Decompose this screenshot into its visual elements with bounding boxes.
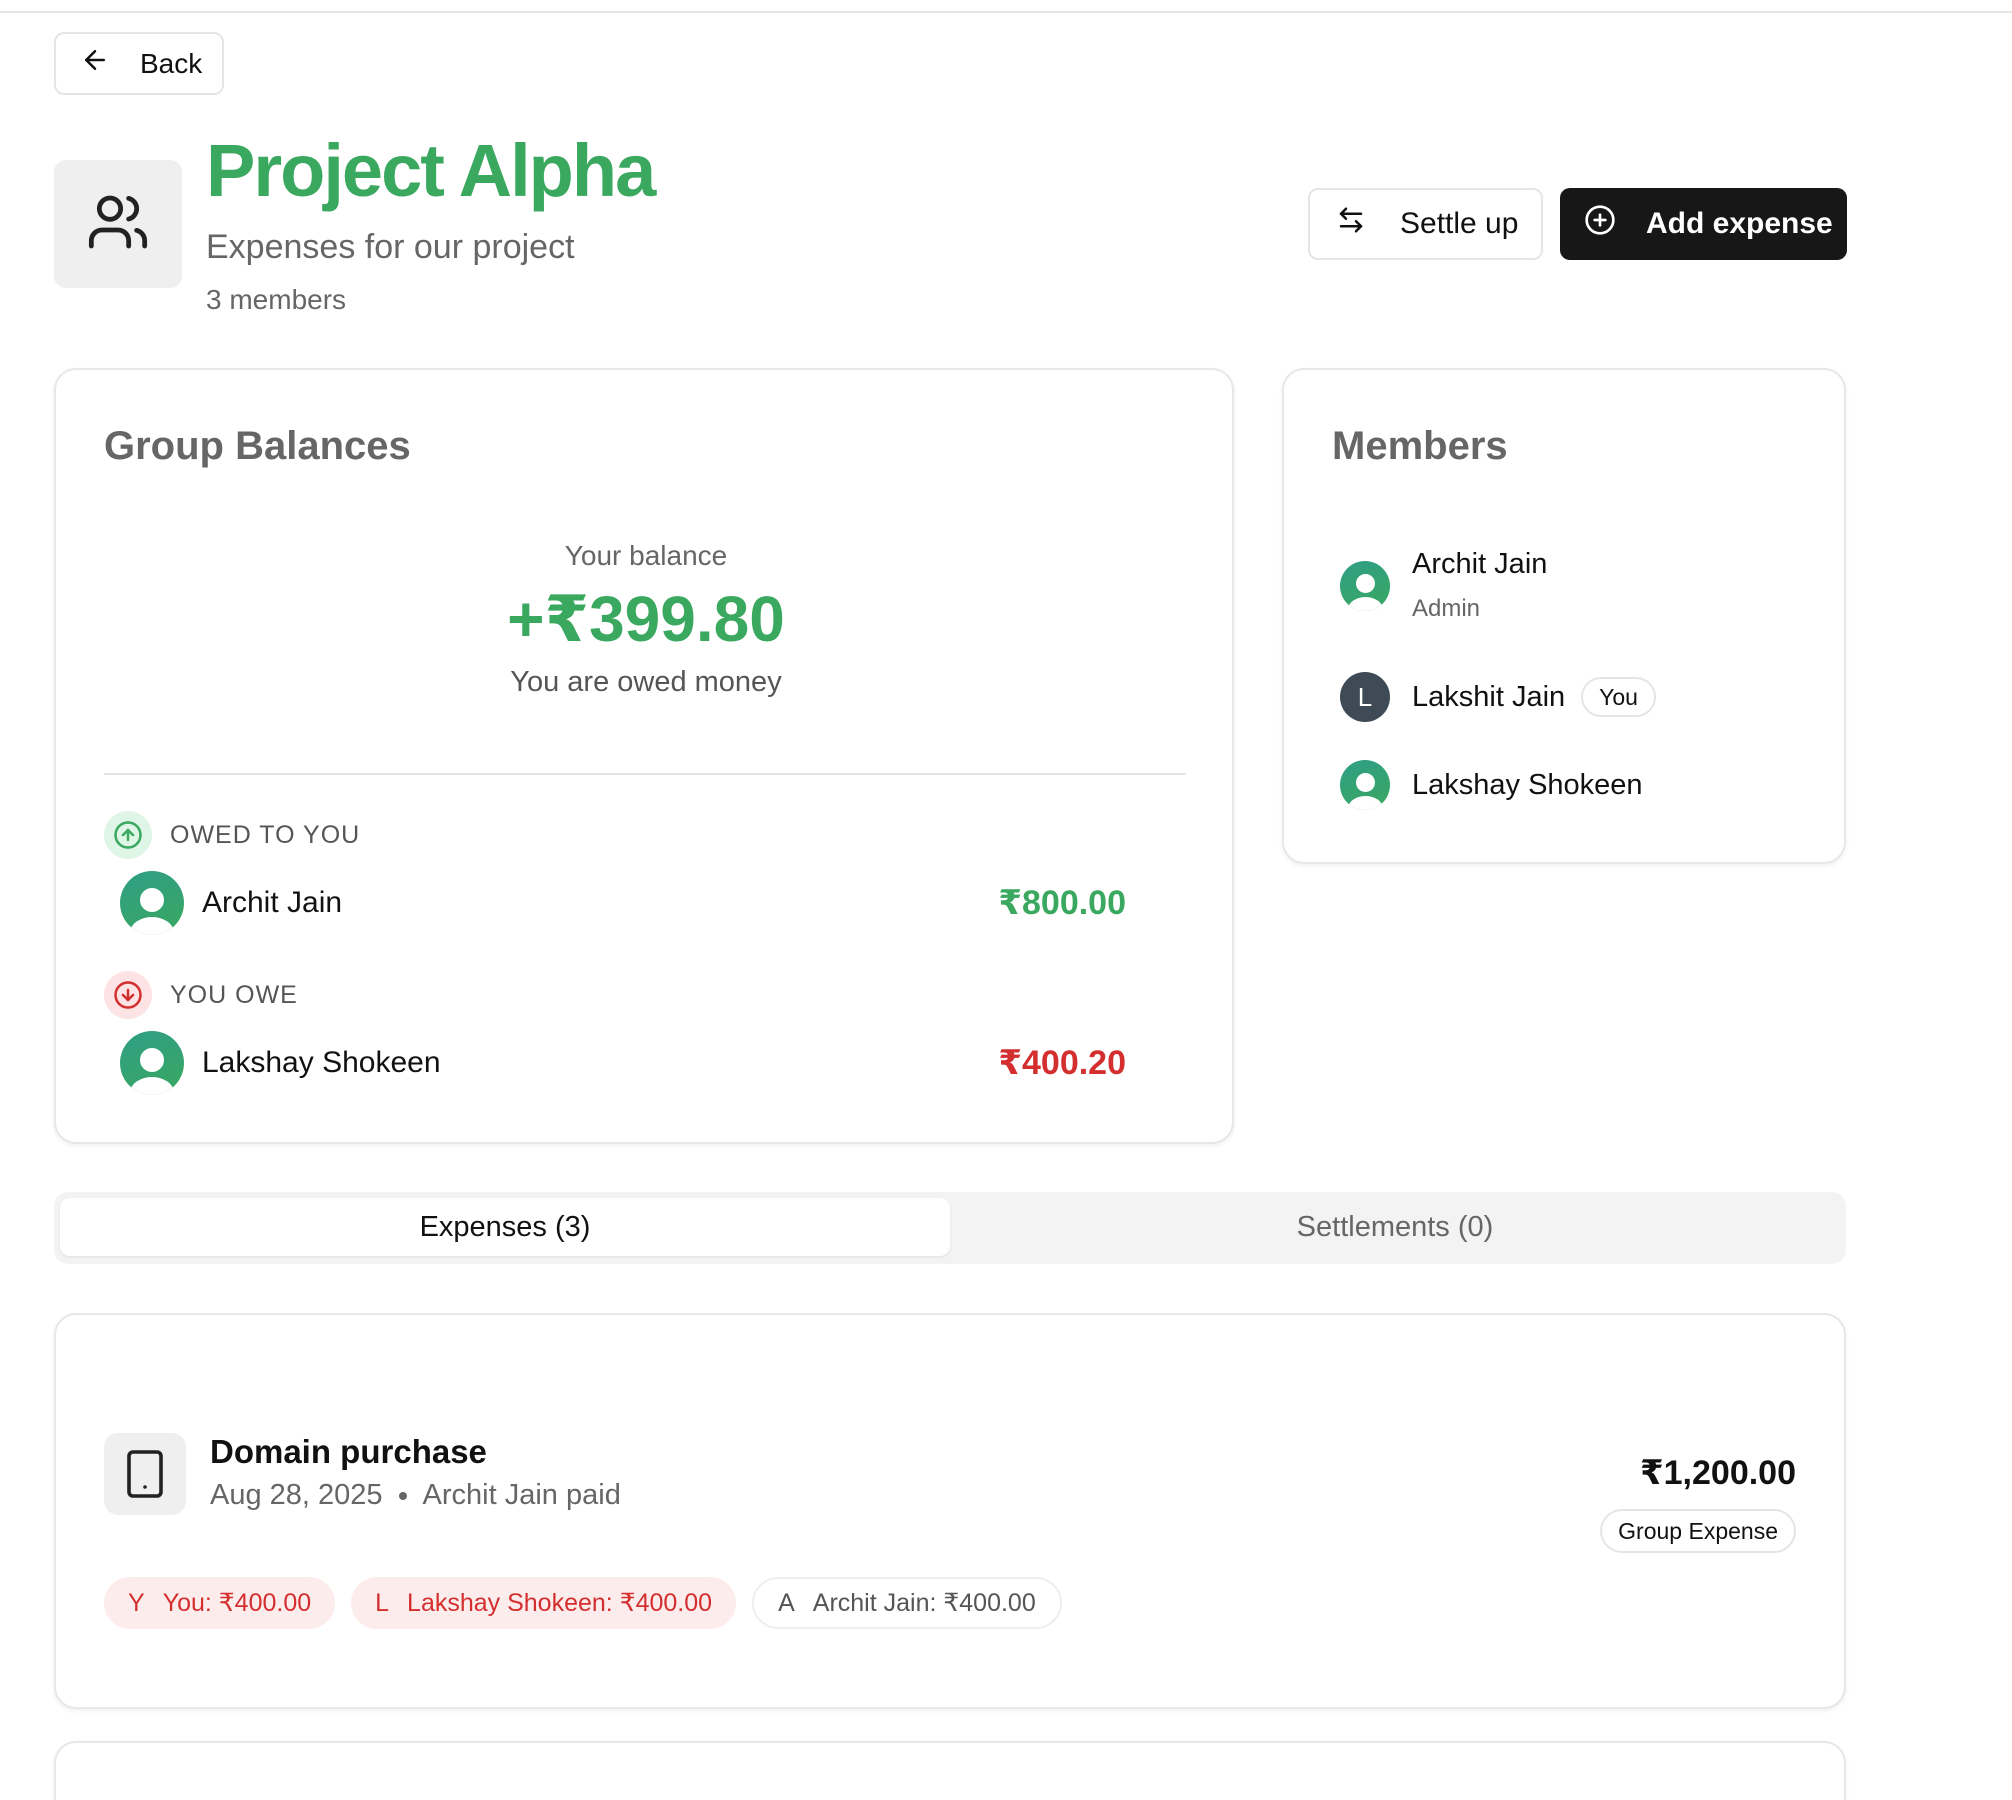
group-page: Back Project Alpha Expenses for our proj… [0,0,2012,1800]
balance-row: Archit Jain ₹800.00 [120,870,1190,936]
users-icon [86,190,150,259]
expense-amount: ₹1,200.00 [1639,1454,1796,1492]
you-owe-header: YOU OWE [104,971,298,1019]
plus-circle-icon [1584,204,1616,244]
page-title: Project Alpha [206,129,656,212]
expense-paid-by: Archit Jain paid [422,1479,621,1511]
arrow-down-circle-icon [104,971,152,1019]
member-item[interactable]: L Lakshit Jain You [1340,672,1656,722]
you-badge: You [1581,677,1656,717]
members-count: 3 members [206,284,347,315]
balance-amount: ₹400.20 [998,1044,1126,1082]
member-initial-avatar: L [1340,672,1390,722]
tab-bar: Expenses (3) Settlements (0) [54,1192,1846,1264]
group-avatar [54,160,182,288]
split-initial: Y [128,1588,145,1617]
separator-dot [398,1491,407,1500]
split-label: Archit Jain: ₹400.00 [812,1589,1036,1617]
expense-date: Aug 28, 2025 [210,1479,383,1511]
member-name: Lakshay Shokeen [1412,768,1643,801]
balance-row: Lakshay Shokeen ₹400.20 [120,1030,1190,1096]
member-name: Archit Jain [1412,548,1548,580]
owed-to-you-label: OWED TO YOU [170,820,361,849]
tab-settlements[interactable]: Settlements (0) [950,1198,1840,1256]
balances-divider [104,773,1186,775]
your-balance-value: +₹399.80 [507,583,785,655]
balance-amount: ₹800.00 [998,884,1126,922]
split-label: Lakshay Shokeen: ₹400.00 [407,1589,713,1617]
top-divider [0,11,2012,13]
split-chip: L Lakshay Shokeen: ₹400.00 [351,1577,737,1629]
expense-meta: Aug 28, 2025 Archit Jain paid [210,1479,621,1512]
balance-member-name: Lakshay Shokeen [202,1046,441,1079]
you-owe-label: YOU OWE [170,980,298,1009]
members-title: Members [1332,424,1508,468]
expense-title: Domain purchase [210,1433,487,1470]
balance-member-name: Archit Jain [202,886,343,919]
split-label: You: ₹400.00 [162,1589,312,1617]
settle-up-label: Settle up [1400,207,1519,240]
expense-type-badge: Group Expense [1600,1509,1796,1553]
split-chips: Y You: ₹400.00 L Lakshay Shokeen: ₹400.0… [104,1577,1062,1629]
add-expense-label: Add expense [1646,207,1833,240]
member-item[interactable]: Lakshay Shokeen [1340,760,1643,810]
tab-expenses[interactable]: Expenses (3) [60,1198,950,1256]
back-button[interactable]: Back [54,32,224,95]
tablet-icon [104,1433,186,1515]
group-balances-card: Group Balances Your balance +₹399.80 You… [54,368,1234,1144]
back-label: Back [140,47,203,79]
user-avatar-icon [120,1031,184,1095]
split-chip: Y You: ₹400.00 [104,1577,336,1629]
arrows-swap-icon [1336,205,1366,243]
split-chip: A Archit Jain: ₹400.00 [752,1577,1062,1629]
expense-item[interactable]: Domain purchase Aug 28, 2025 Archit Jain… [54,1313,1846,1709]
split-initial: A [778,1588,795,1617]
members-card: Members Archit Jain Admin L Lakshit Jain… [1282,368,1846,864]
user-avatar-icon [1340,760,1390,810]
your-balance-note: You are owed money [510,666,782,698]
add-expense-button[interactable]: Add expense [1560,188,1847,260]
user-avatar-icon [1340,560,1390,611]
split-initial: L [375,1588,390,1617]
member-role: Admin [1412,595,1481,622]
user-avatar-icon [120,871,184,935]
member-name: Lakshit Jain [1412,680,1566,713]
arrow-left-icon [80,45,110,82]
settle-up-button[interactable]: Settle up [1308,188,1543,260]
your-balance-label: Your balance [564,540,728,571]
owed-to-you-header: OWED TO YOU [104,811,360,859]
page-subtitle: Expenses for our project [206,228,575,266]
member-item[interactable]: Archit Jain Admin [1340,548,1547,623]
group-balances-title: Group Balances [104,424,411,468]
expense-item[interactable] [54,1741,1846,1800]
arrow-up-circle-icon [104,811,152,859]
